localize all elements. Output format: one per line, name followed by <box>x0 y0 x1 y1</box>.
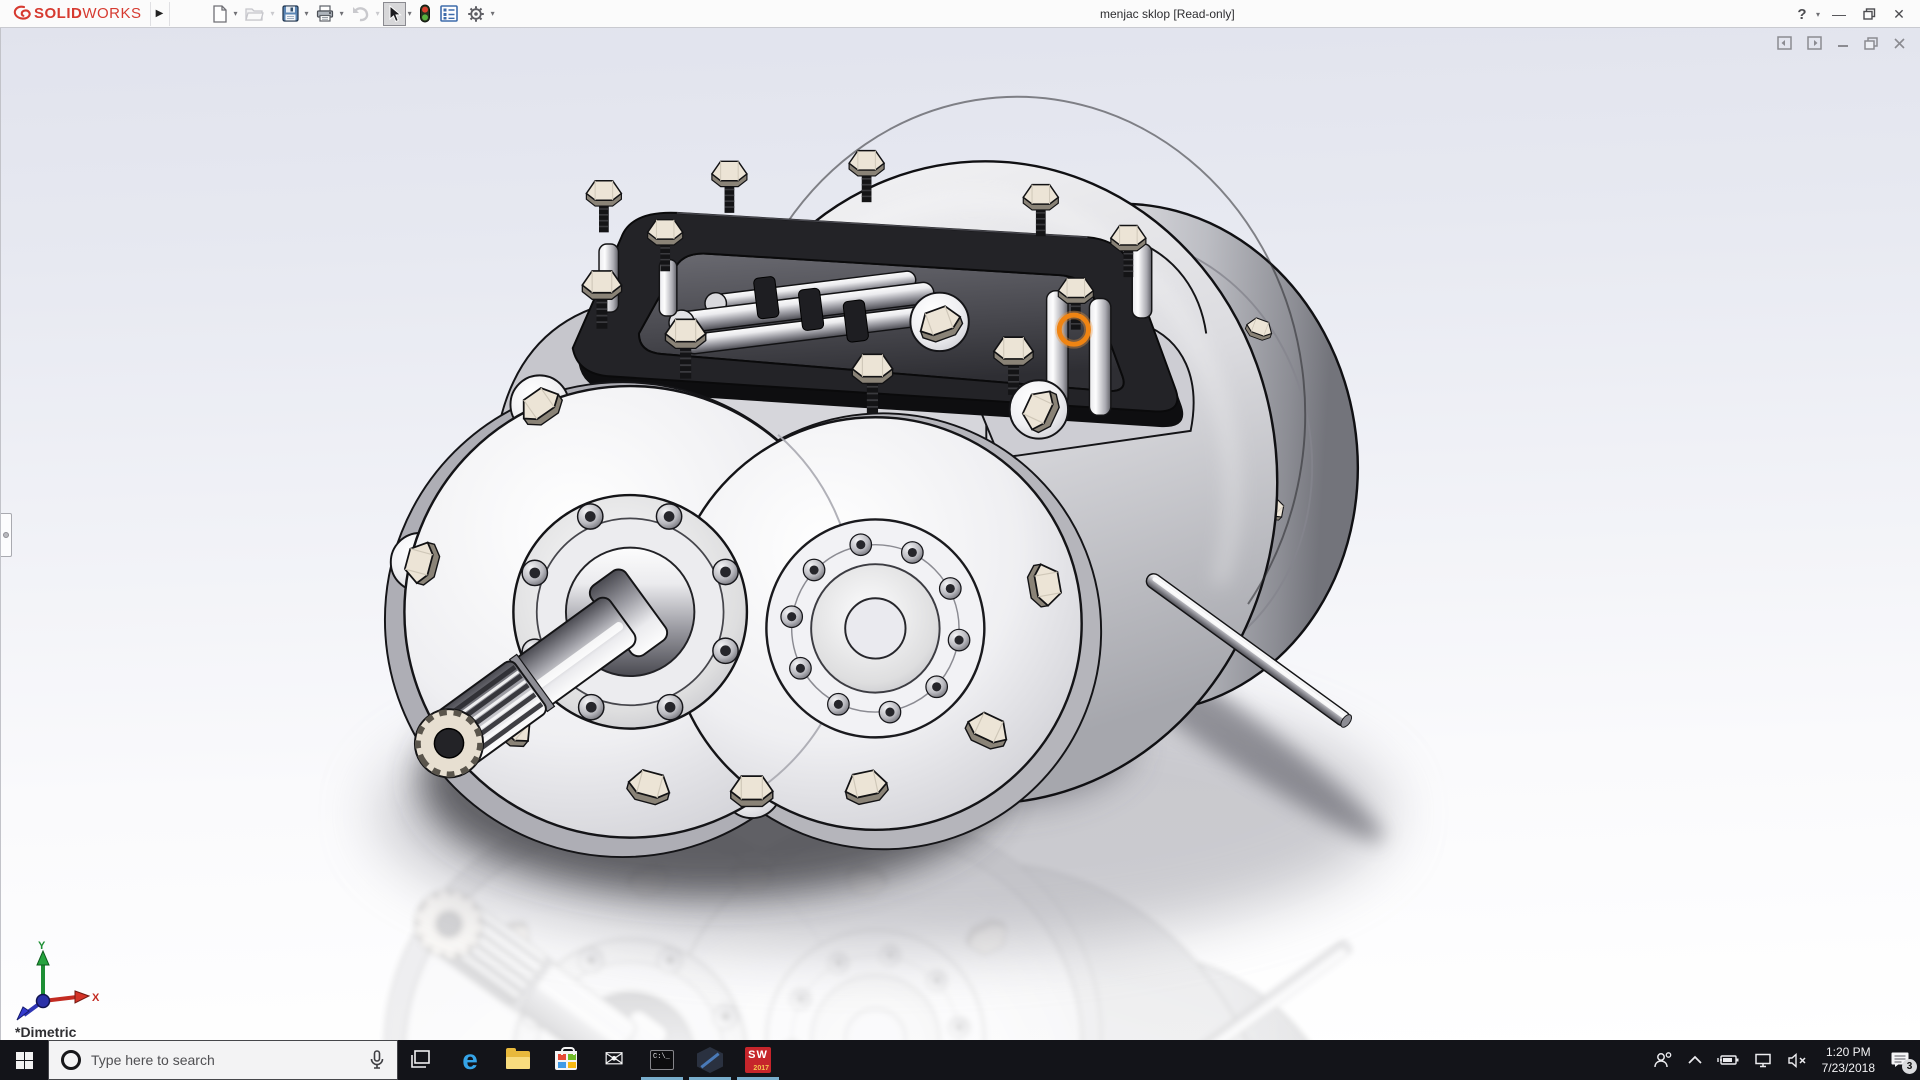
next-pane-button[interactable] <box>1807 36 1822 50</box>
feature-panel-collapsed-tab[interactable] <box>1 513 12 557</box>
doc-restore-button[interactable] <box>1864 37 1878 50</box>
gear-icon <box>467 5 485 23</box>
doc-close-button[interactable] <box>1893 37 1906 50</box>
network-icon <box>1754 1053 1772 1068</box>
new-document-button[interactable] <box>208 2 232 26</box>
open-document-button[interactable] <box>241 2 269 26</box>
previous-pane-button[interactable] <box>1777 36 1792 50</box>
store-icon <box>555 1051 577 1070</box>
panel-tab-dot <box>3 532 9 538</box>
options-caret[interactable]: ▾ <box>490 9 497 18</box>
edge-icon: e <box>462 1046 478 1074</box>
ds-swoosh-icon <box>10 4 34 24</box>
restore-icon <box>1863 8 1876 20</box>
windows-taskbar: e ✉ C:\_ SW 2017 1:20 PM <box>0 1040 1920 1080</box>
taskbar-solidworks[interactable]: SW 2017 <box>734 1040 782 1080</box>
options-button[interactable] <box>463 2 489 26</box>
open-caret[interactable]: ▾ <box>270 9 277 18</box>
brand-solid: SOLID <box>34 5 82 22</box>
help-button[interactable]: ? <box>1793 2 1811 26</box>
tray-overflow-button[interactable] <box>1688 1055 1702 1065</box>
taskbar-search[interactable] <box>48 1040 398 1080</box>
command-prompt-icon: C:\_ <box>650 1050 674 1070</box>
window-close-button[interactable]: ✕ <box>1886 2 1912 26</box>
rebuild-button[interactable] <box>415 2 435 26</box>
sw-letters: SW <box>748 1049 768 1061</box>
undo-button[interactable] <box>347 2 374 26</box>
print-icon <box>316 5 334 22</box>
app-title-bar: SOLIDWORKS ▶ ▾ ▾ ▾ ▾ ▾ ▾ ▾ menjac sklop <box>0 0 1920 28</box>
solidworks-logo: SOLIDWORKS <box>0 0 150 27</box>
battery-icon <box>1717 1053 1739 1067</box>
brand-works: WORKS <box>82 5 141 22</box>
triad-x-label: X <box>92 992 100 1004</box>
solidworks-app-icon: SW 2017 <box>745 1047 771 1073</box>
menu-flyout-button[interactable]: ▶ <box>150 2 170 26</box>
start-button[interactable] <box>0 1040 48 1080</box>
taskbar-clock[interactable]: 1:20 PM 7/23/2018 <box>1822 1044 1875 1076</box>
print-caret[interactable]: ▾ <box>339 9 346 18</box>
new-document-icon <box>212 5 228 23</box>
people-icon <box>1653 1051 1673 1069</box>
taskbar-mail[interactable]: ✉ <box>590 1040 638 1080</box>
speaker-muted-icon <box>1787 1053 1807 1068</box>
taskbar-edge[interactable]: e <box>446 1040 494 1080</box>
save-floppy-icon <box>282 5 299 22</box>
model-canvas <box>1 28 1920 1040</box>
notification-badge: 3 <box>1902 1059 1917 1074</box>
sw-year: 2017 <box>753 1065 769 1072</box>
triad-y-label: Y <box>38 940 46 952</box>
taskbar-file-explorer[interactable] <box>494 1040 542 1080</box>
task-view-icon <box>411 1050 433 1070</box>
select-cursor-icon <box>387 5 402 23</box>
taskbar-command-prompt[interactable]: C:\_ <box>638 1040 686 1080</box>
print-button[interactable] <box>312 2 338 26</box>
window-restore-button[interactable] <box>1856 2 1882 26</box>
clock-date: 7/23/2018 <box>1822 1060 1875 1076</box>
new-caret[interactable]: ▾ <box>233 9 240 18</box>
select-caret[interactable]: ▾ <box>407 9 414 18</box>
taskbar-hexagon-app[interactable] <box>686 1040 734 1080</box>
chevron-up-icon <box>1688 1055 1702 1065</box>
mail-icon: ✉ <box>604 1048 624 1072</box>
window-minimize-button[interactable]: — <box>1826 2 1852 26</box>
orientation-triad: Y X <box>7 939 102 1024</box>
document-window-controls <box>1777 36 1906 50</box>
cortana-icon <box>61 1050 81 1070</box>
windows-logo-icon <box>16 1052 33 1069</box>
properties-list-icon <box>440 5 458 22</box>
undo-caret[interactable]: ▾ <box>375 9 382 18</box>
people-button[interactable] <box>1653 1051 1673 1069</box>
file-explorer-icon <box>506 1051 530 1069</box>
clock-time: 1:20 PM <box>1822 1044 1875 1060</box>
undo-icon <box>351 6 370 22</box>
document-title: menjac sklop [Read-only] <box>1100 0 1235 28</box>
volume-button[interactable] <box>1787 1053 1807 1068</box>
graphics-viewport[interactable]: Y X *Dimetric <box>0 28 1920 1040</box>
view-orientation-label: *Dimetric <box>15 1024 76 1040</box>
taskbar-store[interactable] <box>542 1040 590 1080</box>
microphone-icon[interactable] <box>369 1050 385 1070</box>
open-folder-icon <box>245 6 265 22</box>
quick-toolbar: ▾ ▾ ▾ ▾ ▾ ▾ ▾ <box>208 2 497 26</box>
network-button[interactable] <box>1754 1053 1772 1068</box>
system-tray: 1:20 PM 7/23/2018 3 <box>1653 1040 1920 1080</box>
file-properties-button[interactable] <box>436 2 462 26</box>
select-tool-button[interactable] <box>383 2 406 26</box>
task-view-button[interactable] <box>398 1040 446 1080</box>
save-button[interactable] <box>278 2 303 26</box>
doc-minimize-button[interactable] <box>1837 37 1849 49</box>
help-caret[interactable]: ▾ <box>1815 10 1822 19</box>
search-input[interactable] <box>91 1052 359 1068</box>
hexagon-app-icon <box>697 1047 723 1073</box>
action-center-button[interactable]: 3 <box>1890 1051 1910 1069</box>
save-caret[interactable]: ▾ <box>304 9 311 18</box>
traffic-light-icon <box>419 4 431 24</box>
power-status-button[interactable] <box>1717 1053 1739 1067</box>
